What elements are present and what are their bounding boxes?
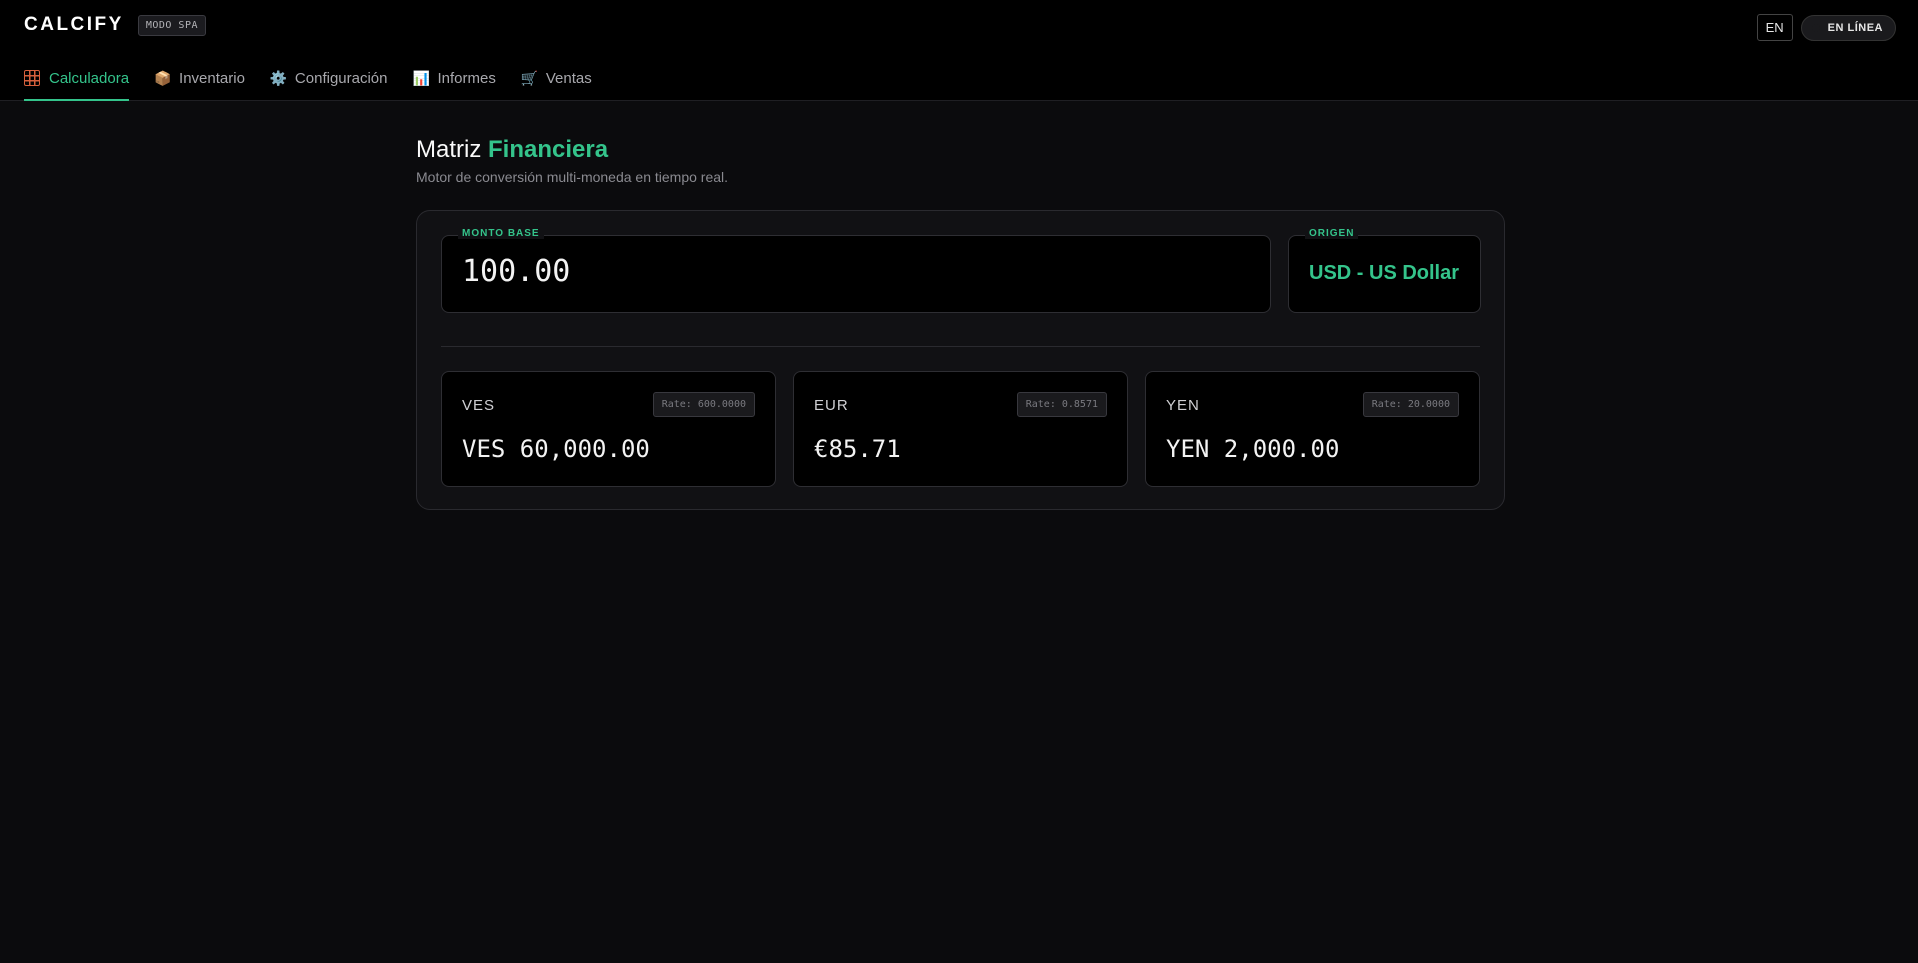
title-plain: Matriz <box>416 136 482 163</box>
status-label: EN LÍNEA <box>1827 21 1883 34</box>
page-subtitle: Motor de conversión multi-moneda en tiem… <box>416 169 729 185</box>
result-card-eur: EUR Rate: 0.8571 €85.71 <box>793 371 1128 487</box>
tab-ventas[interactable]: 🛒 Ventas <box>521 57 592 101</box>
tab-label: Informes <box>437 69 496 87</box>
divider <box>441 346 1480 347</box>
origin-value: USD - US Dollar <box>1309 262 1460 284</box>
amount-label: MONTO BASE <box>458 228 544 239</box>
brand-row: CALCIFY MODO SPA <box>24 14 206 36</box>
package-icon: 📦 <box>154 69 172 86</box>
calculator-icon <box>24 70 40 86</box>
title-accent: Financiera <box>488 136 609 163</box>
results-row: VES Rate: 600.0000 VES 60,000.00 EUR Rat… <box>441 371 1480 487</box>
main-content: Matriz Financiera Motor de conversión mu… <box>416 136 1505 510</box>
currency-code: YEN <box>1166 397 1200 414</box>
tab-label: Inventario <box>179 69 245 87</box>
converted-value: €85.71 <box>814 435 901 463</box>
top-bar: CALCIFY MODO SPA EN EN LÍNEA Calculadora… <box>0 0 1918 101</box>
header-controls: EN EN LÍNEA <box>1756 14 1896 41</box>
tab-label: Configuración <box>294 69 388 87</box>
rate-badge: Rate: 0.8571 <box>1016 392 1107 417</box>
mode-badge: MODO SPA <box>137 14 206 36</box>
converted-value: YEN 2,000.00 <box>1166 435 1340 463</box>
cart-icon: 🛒 <box>520 69 539 86</box>
rate-badge: Rate: 600.0000 <box>652 392 755 417</box>
status-dot-icon <box>1811 23 1820 32</box>
amount-input[interactable] <box>462 254 1242 289</box>
gear-icon: ⚙️ <box>269 69 288 86</box>
tab-configuracion[interactable]: ⚙️ Configuración <box>270 57 388 101</box>
result-card-yen: YEN Rate: 20.0000 YEN 2,000.00 <box>1145 371 1480 487</box>
tab-inventario[interactable]: 📦 Inventario <box>154 57 245 101</box>
amount-field: MONTO BASE <box>441 228 1271 313</box>
main-nav: Calculadora 📦 Inventario ⚙️ Configuració… <box>24 57 592 101</box>
tab-label: Ventas <box>545 69 592 87</box>
bar-chart-icon: 📊 <box>412 69 430 86</box>
origin-selector[interactable]: ORIGEN USD - US Dollar <box>1288 228 1481 313</box>
connection-status: EN LÍNEA <box>1800 14 1896 41</box>
rate-badge: Rate: 20.0000 <box>1362 392 1459 417</box>
origin-label: ORIGEN <box>1305 228 1359 239</box>
tab-calculadora[interactable]: Calculadora <box>24 57 130 101</box>
tab-informes[interactable]: 📊 Informes <box>412 57 495 101</box>
page-title: Matriz Financiera <box>416 136 1505 164</box>
converted-value: VES 60,000.00 <box>462 435 650 463</box>
tab-label: Calculadora <box>49 69 130 87</box>
result-card-ves: VES Rate: 600.0000 VES 60,000.00 <box>441 371 776 487</box>
language-button[interactable]: EN <box>1756 14 1793 41</box>
converter-panel: MONTO BASE ORIGEN USD - US Dollar VES Ra… <box>416 210 1505 510</box>
currency-code: VES <box>462 397 496 414</box>
app-logo: CALCIFY <box>24 14 124 35</box>
currency-code: EUR <box>814 397 849 414</box>
